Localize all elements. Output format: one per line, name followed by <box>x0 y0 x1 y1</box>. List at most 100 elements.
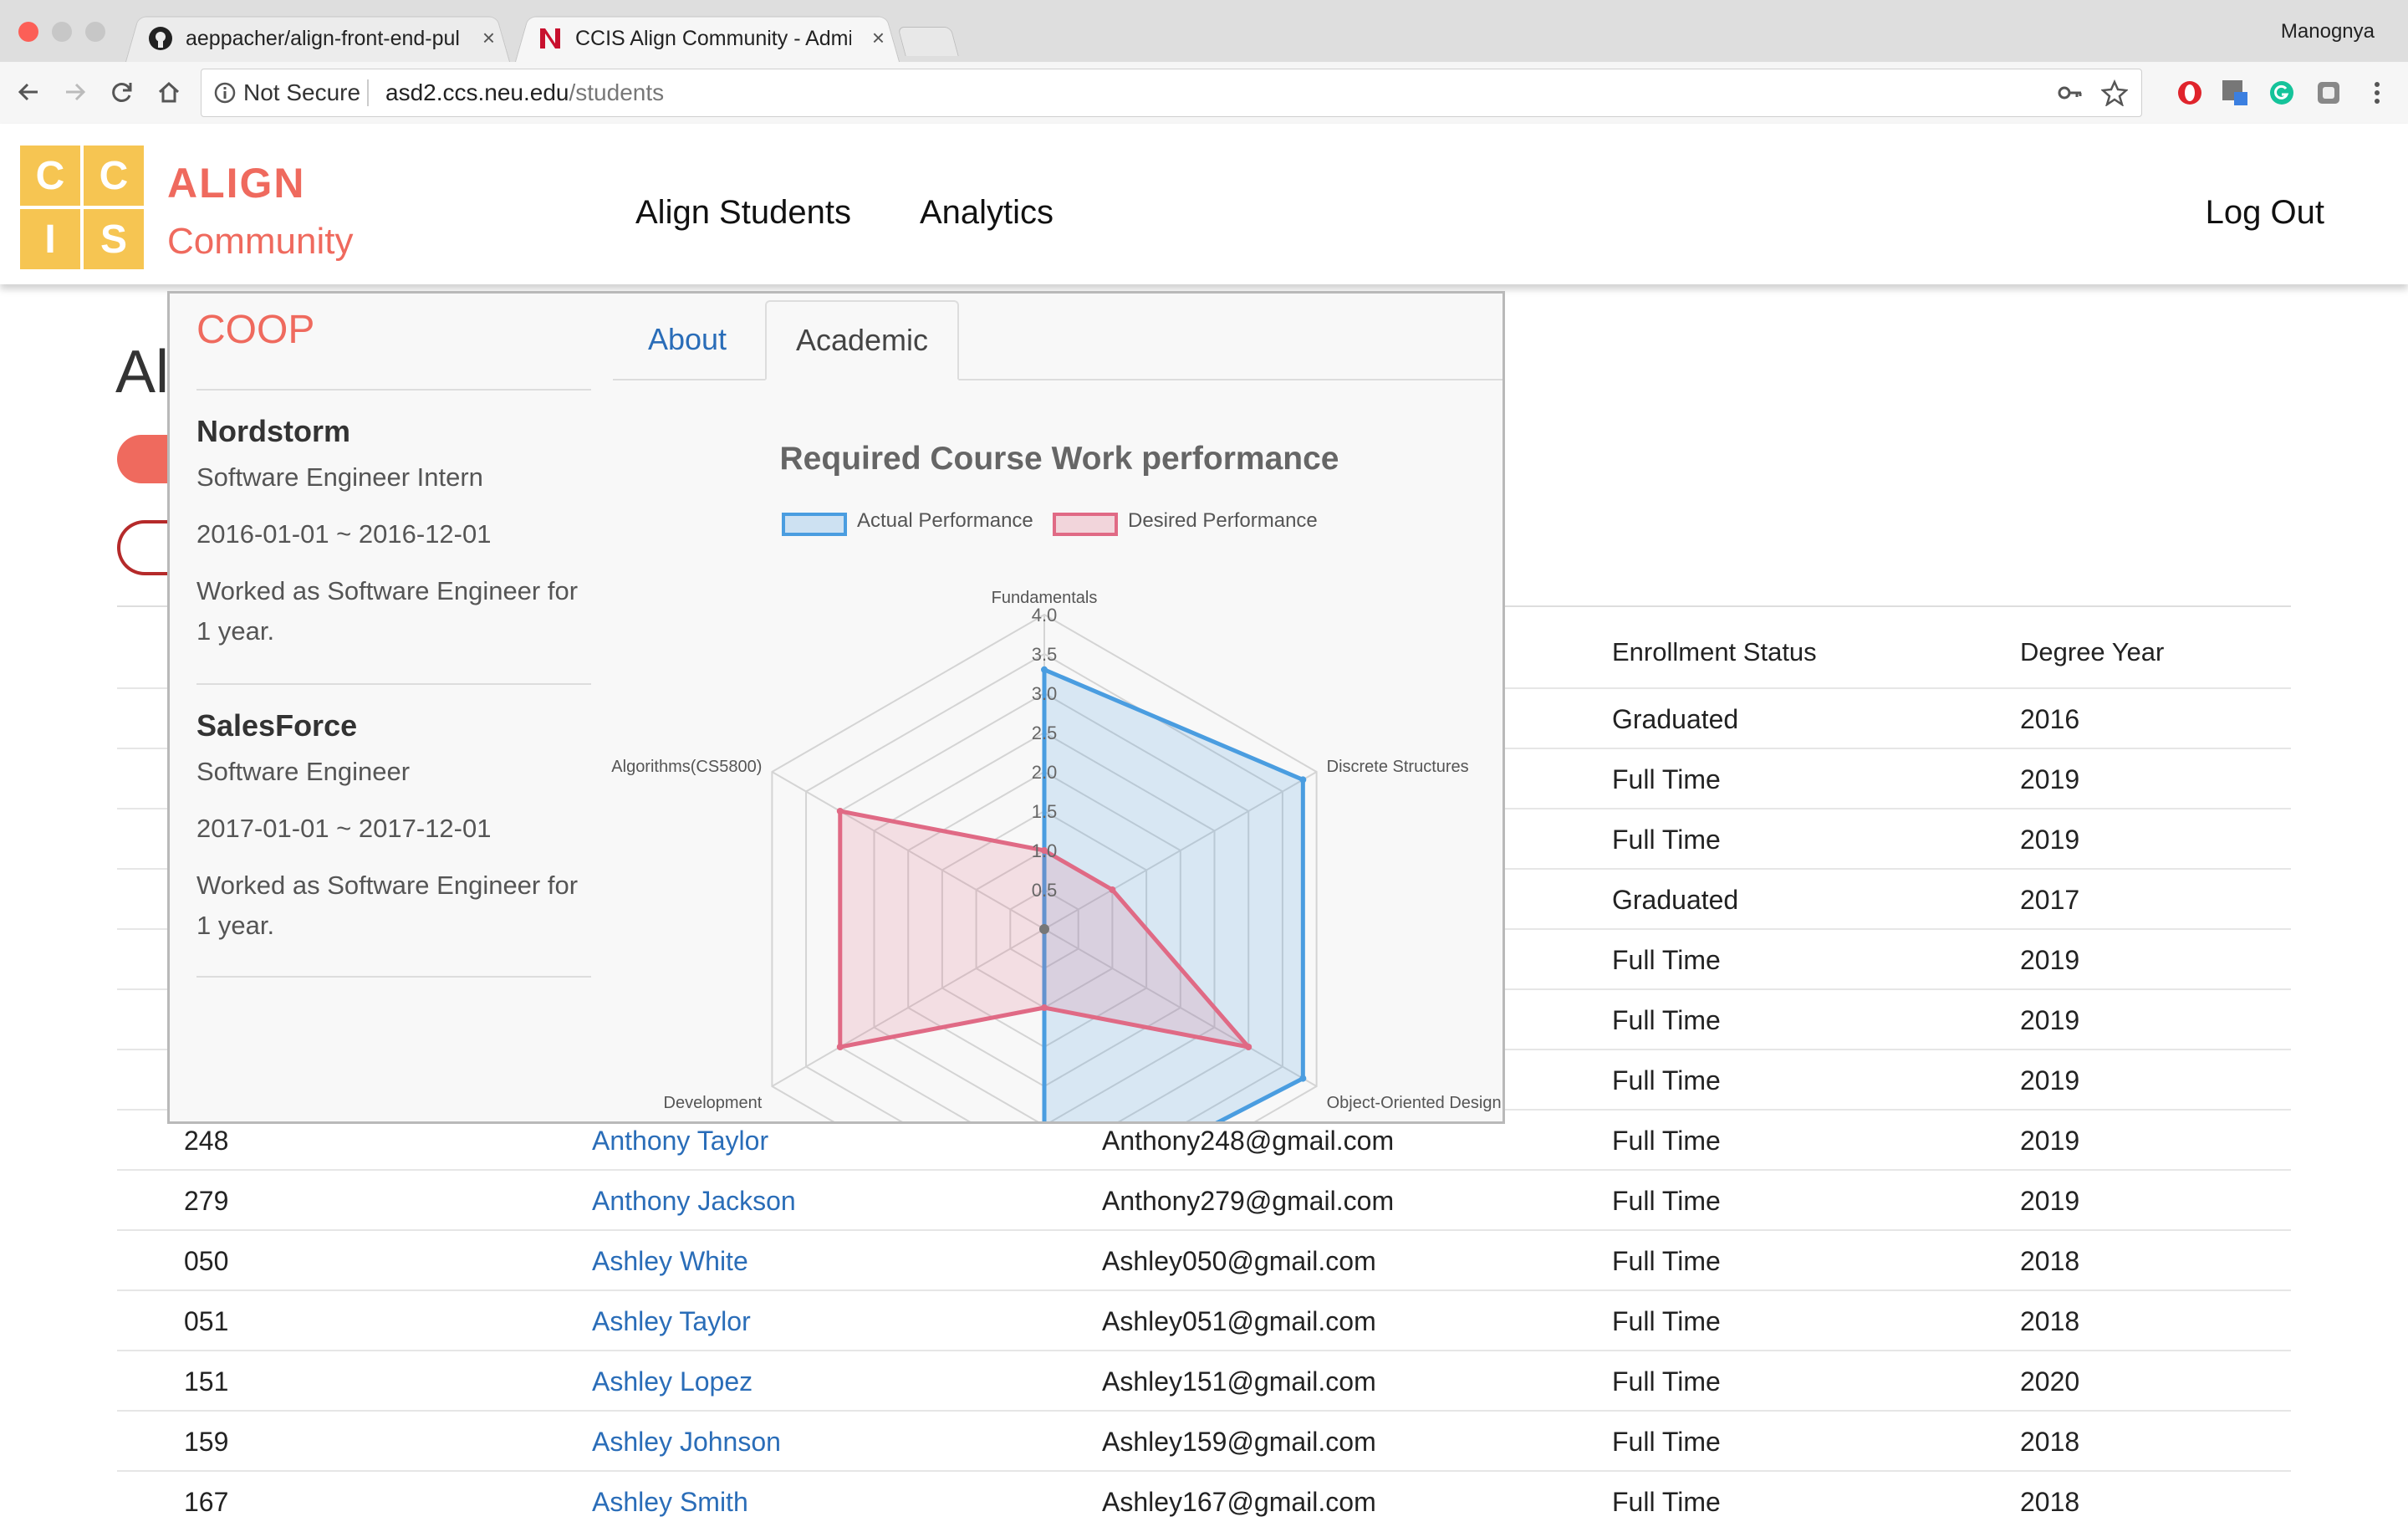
table-row[interactable]: 159 Ashley Johnson Ashley159@gmail.com F… <box>117 1410 2291 1472</box>
brand-subtitle: Community <box>167 221 354 262</box>
table-row[interactable]: 050 Ashley White Ashley050@gmail.com Ful… <box>117 1229 2291 1291</box>
info-icon[interactable] <box>213 81 237 109</box>
nav-analytics[interactable]: Analytics <box>920 194 1054 232</box>
table-row[interactable]: 167 Ashley Smith Ashley167@gmail.com Ful… <box>117 1470 2291 1532</box>
home-icon[interactable] <box>152 75 186 109</box>
menu-kebab-icon[interactable] <box>2363 79 2391 107</box>
key-icon[interactable] <box>2056 79 2083 110</box>
logo-cell: I <box>20 209 80 269</box>
forward-arrow-icon[interactable] <box>59 75 92 109</box>
radar-tick-label: 3.5 <box>1032 644 1058 665</box>
student-name-link[interactable]: Anthony Taylor <box>592 1126 768 1157</box>
grammarly-extension-icon[interactable] <box>2268 79 2296 107</box>
page-title: Al <box>115 339 170 406</box>
browser-toolbar: Not Secure asd2.ccs.neu.edu/students <box>0 62 2408 125</box>
radar-center-dot <box>1039 924 1049 934</box>
reload-icon[interactable] <box>105 75 139 109</box>
degree-year-cell: 2019 <box>2020 945 2080 975</box>
enrollment-cell: Full Time <box>1612 1487 1721 1517</box>
id-cell: 159 <box>184 1427 229 1457</box>
enrollment-cell: Full Time <box>1612 764 1721 794</box>
tab-title: aeppacher/align-front-end-pul <box>186 27 460 50</box>
radar-tick-label: 2.0 <box>1032 762 1058 783</box>
radar-tick-label: 0.5 <box>1032 880 1058 901</box>
radar-axis-label: Development <box>664 1094 763 1112</box>
enrollment-cell: Graduated <box>1612 885 1739 915</box>
radar-axis-label: Fundamentals <box>992 589 1098 607</box>
close-tab-icon[interactable]: × <box>482 25 495 51</box>
zoom-window-button[interactable] <box>85 22 105 42</box>
degree-year-cell: 2018 <box>2020 1306 2080 1336</box>
bookmark-star-icon[interactable] <box>2100 79 2129 110</box>
neu-icon <box>537 25 564 52</box>
radar-point <box>836 1044 844 1050</box>
profile-name[interactable]: Manognya <box>2281 20 2375 43</box>
student-name-link[interactable]: Ashley Taylor <box>592 1306 751 1337</box>
logout-link[interactable]: Log Out <box>2206 194 2324 232</box>
table-row[interactable]: 279 Anthony Jackson Anthony279@gmail.com… <box>117 1169 2291 1231</box>
enrollment-cell: Full Time <box>1612 1126 1721 1156</box>
email-cell: Anthony279@gmail.com <box>1102 1186 1395 1216</box>
enrollment-cell: Full Time <box>1612 1065 1721 1095</box>
radar-chart: 0.5 1.0 1.5 2.0 2.5 3.0 3.5 4.0Fundamentals Disc… <box>611 589 1502 1121</box>
radar-tick-label: 4.0 <box>1032 605 1058 626</box>
translate-extension-icon[interactable] <box>2221 79 2249 107</box>
logo-cell: C <box>84 146 144 206</box>
url-host: asd2.ccs.neu.edu <box>385 79 569 105</box>
nav-align-students[interactable]: Align Students <box>635 194 851 232</box>
degree-year-cell: 2019 <box>2020 825 2080 855</box>
email-cell: Ashley050@gmail.com <box>1102 1246 1376 1276</box>
student-name-link[interactable]: Ashley Lopez <box>592 1366 752 1397</box>
browser-tab-github[interactable]: aeppacher/align-front-end-pul × <box>125 12 510 62</box>
degree-year-cell: 2016 <box>2020 704 2080 734</box>
radar-point <box>1041 666 1048 673</box>
radar-point <box>1299 776 1307 784</box>
url-text[interactable]: asd2.ccs.neu.edu/students <box>385 79 664 106</box>
radar-point <box>1245 1044 1252 1050</box>
header-degree-year[interactable]: Degree Year <box>2020 637 2164 667</box>
student-name-link[interactable]: Ashley Smith <box>592 1487 748 1518</box>
degree-year-cell: 2018 <box>2020 1487 2080 1517</box>
degree-year-cell: 2019 <box>2020 1186 2080 1216</box>
browser-tab-align[interactable]: CCIS Align Community - Admin × <box>515 12 900 62</box>
table-row[interactable]: 151 Ashley Lopez Ashley151@gmail.com Ful… <box>117 1350 2291 1412</box>
enrollment-cell: Full Time <box>1612 825 1721 855</box>
browser-tabstrip: aeppacher/align-front-end-pul × CCIS Ali… <box>0 0 2408 62</box>
id-cell: 050 <box>184 1246 229 1276</box>
enrollment-cell: Full Time <box>1612 1186 1721 1216</box>
github-icon <box>147 25 174 52</box>
radar-point <box>1041 1004 1048 1011</box>
student-name-link[interactable]: Ashley White <box>592 1246 748 1277</box>
degree-year-cell: 2019 <box>2020 1126 2080 1156</box>
id-cell: 279 <box>184 1186 229 1216</box>
id-cell: 051 <box>184 1306 229 1336</box>
enrollment-cell: Full Time <box>1612 1246 1721 1276</box>
radar-point <box>1109 886 1116 893</box>
extension-icon[interactable] <box>2314 79 2343 107</box>
minimize-window-button[interactable] <box>52 22 72 42</box>
enrollment-cell: Full Time <box>1612 1366 1721 1397</box>
radar-tick-label: 2.5 <box>1032 723 1058 743</box>
email-cell: Ashley051@gmail.com <box>1102 1306 1376 1336</box>
student-name-link[interactable]: Anthony Jackson <box>592 1186 796 1217</box>
enrollment-cell: Full Time <box>1612 1005 1721 1035</box>
degree-year-cell: 2018 <box>2020 1246 2080 1276</box>
table-row[interactable]: 051 Ashley Taylor Ashley051@gmail.com Fu… <box>117 1289 2291 1351</box>
email-cell: Ashley159@gmail.com <box>1102 1427 1376 1457</box>
email-cell: Ashley167@gmail.com <box>1102 1487 1376 1517</box>
enrollment-cell: Graduated <box>1612 704 1739 734</box>
address-bar[interactable]: Not Secure asd2.ccs.neu.edu/students <box>201 69 2142 117</box>
new-tab-button[interactable] <box>897 27 959 56</box>
id-cell: 248 <box>184 1126 229 1156</box>
close-tab-icon[interactable]: × <box>872 25 885 51</box>
url-path: /students <box>569 79 665 105</box>
degree-year-cell: 2018 <box>2020 1427 2080 1457</box>
opera-extension-icon[interactable] <box>2176 79 2204 107</box>
radar-tick-label: 1.0 <box>1032 840 1058 861</box>
header-enrollment-status[interactable]: Enrollment Status <box>1612 637 1817 667</box>
id-cell: 167 <box>184 1487 229 1517</box>
degree-year-cell: 2019 <box>2020 764 2080 794</box>
back-arrow-icon[interactable] <box>12 75 45 109</box>
student-name-link[interactable]: Ashley Johnson <box>592 1427 781 1458</box>
close-window-button[interactable] <box>18 22 38 42</box>
